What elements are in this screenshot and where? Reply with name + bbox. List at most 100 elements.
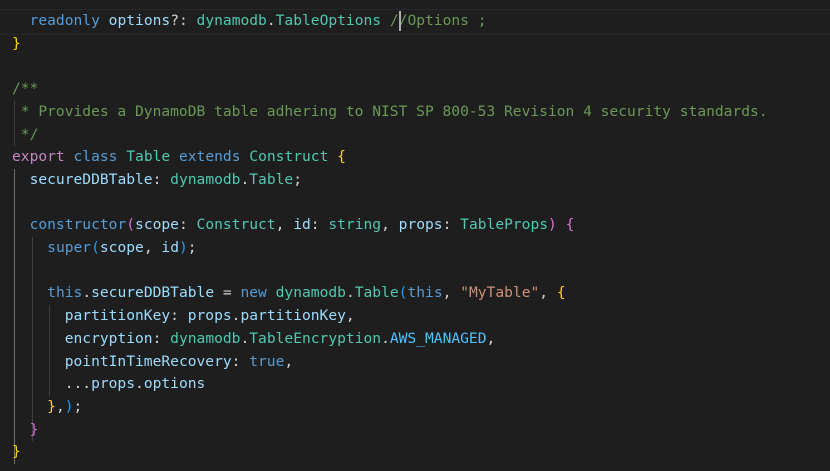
code-editor[interactable]: readonly options?: dynamodb.TableOptions… — [0, 0, 830, 471]
code-token: props — [91, 375, 136, 393]
code-line[interactable]: super(scope, id); — [12, 237, 197, 260]
code-token: * Provides a DynamoDB table adhering to … — [12, 102, 768, 120]
code-token: string — [328, 216, 382, 234]
code-token: partitionKey — [240, 307, 346, 325]
code-token: : — [310, 216, 329, 234]
code-token: ) — [64, 397, 74, 415]
code-token: id — [293, 216, 311, 234]
code-token: : — [152, 329, 171, 347]
code-token: ( — [91, 239, 100, 256]
code-token: , — [275, 216, 294, 234]
code-line[interactable]: } — [12, 33, 21, 56]
code-token: Construct — [249, 148, 329, 166]
code-line[interactable]: /** — [12, 78, 38, 101]
code-token: ; — [73, 397, 83, 415]
code-token: options — [143, 375, 206, 393]
code-token: Table — [126, 148, 171, 166]
code-token: : — [152, 170, 171, 188]
code-token: this — [47, 284, 83, 302]
code-token: } — [12, 443, 21, 461]
code-token: , — [143, 239, 162, 256]
code-token: . — [240, 329, 250, 347]
code-token: { — [556, 284, 566, 302]
code-token: ) — [548, 216, 557, 234]
code-line[interactable]: } — [12, 441, 21, 464]
code-token: . — [240, 170, 250, 188]
code-token: , — [345, 307, 355, 325]
code-token: : — [442, 216, 461, 234]
code-token: . — [345, 284, 355, 302]
code-token: , — [486, 329, 496, 347]
code-token: ; — [187, 239, 197, 256]
code-token: TableEncryption — [249, 329, 382, 347]
code-token: , — [381, 216, 399, 234]
code-token: Construct — [196, 216, 276, 234]
code-token: } — [47, 397, 56, 415]
code-line[interactable]: ...props.options — [12, 373, 206, 396]
code-token: , — [442, 284, 461, 302]
code-token: /** — [12, 80, 39, 98]
code-token: , — [539, 284, 557, 302]
code-line[interactable]: readonly options?: dynamodb.TableOptions… — [12, 10, 487, 33]
code-token: extends — [178, 148, 241, 166]
code-line[interactable]: this.secureDDBTable = new dynamodb.Table… — [12, 282, 566, 305]
code-token: { — [565, 216, 575, 234]
code-token: readonly — [29, 12, 100, 29]
code-token: "MyTable" — [460, 284, 540, 302]
code-token: super — [47, 239, 92, 256]
code-token: . — [266, 12, 276, 29]
code-line[interactable]: * Provides a DynamoDB table adhering to … — [12, 101, 768, 124]
code-token: partitionKey — [64, 307, 171, 325]
code-token: this — [407, 284, 443, 302]
code-token: . — [135, 375, 144, 393]
code-token: , — [284, 352, 294, 370]
text-cursor — [399, 11, 401, 31]
code-token: : — [178, 216, 197, 234]
code-token: new — [240, 284, 267, 302]
code-line[interactable]: */ — [12, 124, 39, 147]
code-token: scope — [135, 216, 179, 234]
code-token: secureDDBTable — [29, 170, 153, 188]
code-token: dynamodb — [170, 329, 241, 347]
code-token: . — [82, 284, 92, 302]
code-line[interactable]: partitionKey: props.partitionKey, — [12, 305, 355, 328]
code-line[interactable]: encryption: dynamodb.TableEncryption.AWS… — [12, 328, 496, 351]
code-line[interactable]: } — [12, 419, 39, 442]
code-token: } — [12, 34, 21, 52]
code-token: secureDDBTable — [91, 284, 215, 302]
code-token: ?: — [170, 12, 197, 29]
code-token: . — [381, 329, 390, 347]
code-line[interactable]: },); — [12, 396, 82, 419]
code-line[interactable]: constructor(scope: Construct, id: string… — [12, 214, 575, 237]
code-token: ... — [64, 375, 92, 393]
code-token: } — [29, 420, 39, 438]
code-token: props — [398, 216, 443, 234]
code-token: ( — [126, 216, 136, 234]
code-token: : — [170, 307, 188, 325]
code-token: constructor — [29, 216, 127, 234]
code-token: true — [249, 352, 285, 370]
code-token: export — [12, 148, 65, 166]
code-line[interactable]: pointInTimeRecovery: true, — [12, 351, 293, 374]
code-token: //Options ; — [389, 12, 487, 29]
code-token: TableProps — [460, 216, 549, 234]
code-token: Table — [354, 284, 399, 302]
code-token: pointInTimeRecovery — [64, 352, 232, 370]
code-line[interactable]: secureDDBTable: dynamodb.Table; — [12, 169, 302, 192]
code-token: scope — [99, 239, 144, 256]
code-line[interactable]: export class Table extends Construct { — [12, 146, 346, 169]
